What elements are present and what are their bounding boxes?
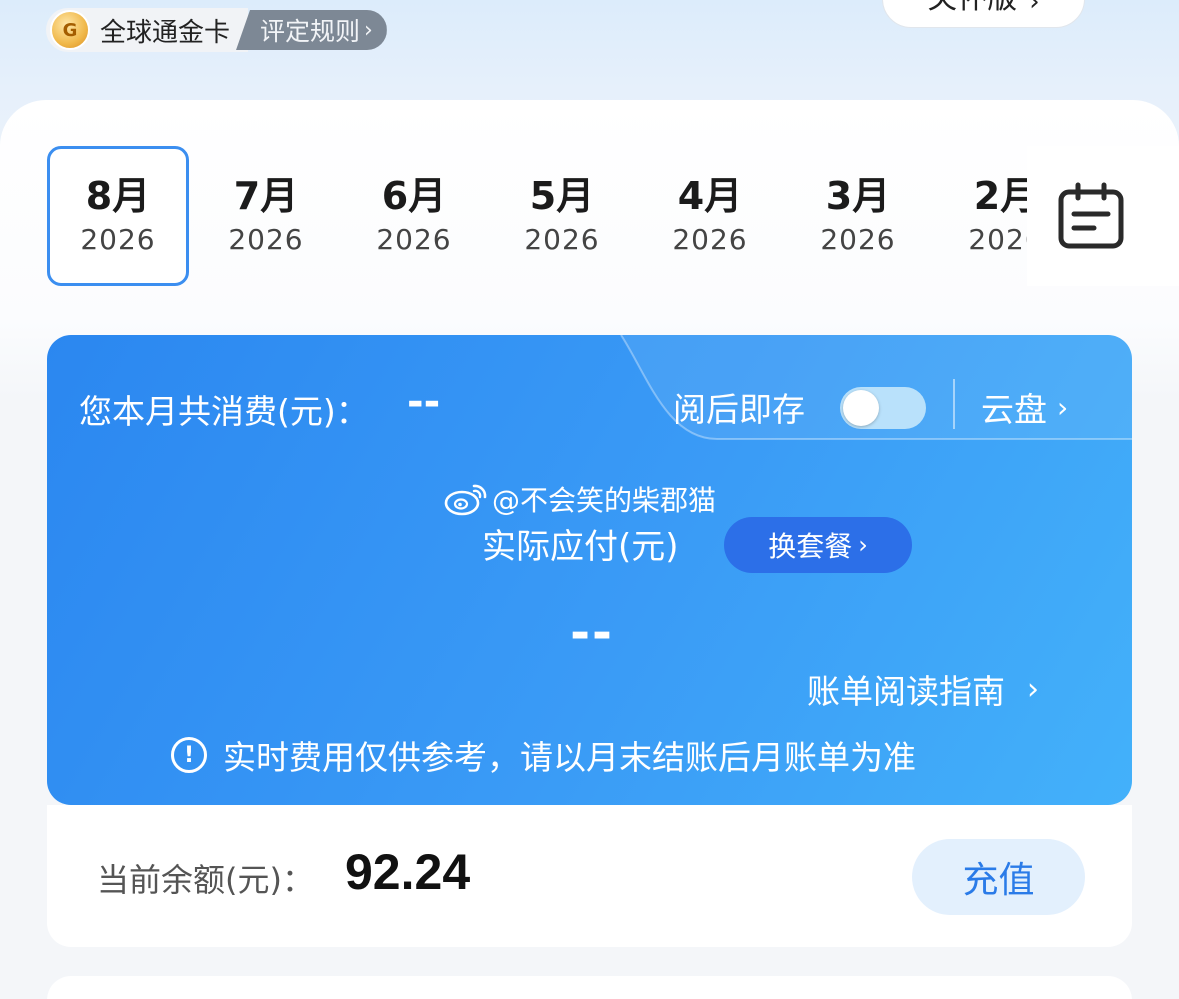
calendar-icon[interactable] xyxy=(1058,182,1124,250)
chevron-right-icon: › xyxy=(858,531,868,559)
year-label: 2026 xyxy=(228,223,304,256)
autosave-toggle[interactable] xyxy=(840,387,926,429)
year-label: 2026 xyxy=(672,223,748,256)
month-label: 3月 xyxy=(825,174,891,218)
month-label: 5月 xyxy=(529,174,595,218)
year-label: 2026 xyxy=(968,223,1027,256)
version-button-label: 关怀版 xyxy=(927,0,1017,17)
month-tabs[interactable]: 8月 2026 7月 2026 6月 2026 5月 2026 4月 2026 … xyxy=(47,146,1027,286)
weibo-watermark: @不会笑的柴郡猫 xyxy=(444,480,716,518)
chevron-right-icon: › xyxy=(364,17,373,43)
recharge-label: 充值 xyxy=(962,860,1035,901)
cloud-drive-link[interactable]: 云盘 › xyxy=(981,383,1068,431)
month-tab[interactable]: 3月 2026 xyxy=(787,146,929,286)
month-label: 7月 xyxy=(233,174,299,218)
balance-label: 当前余额(元)： xyxy=(97,861,314,899)
toggle-knob xyxy=(843,390,879,426)
autosave-label: 阅后即存 xyxy=(673,390,805,429)
year-label: 2026 xyxy=(524,223,600,256)
weibo-icon xyxy=(444,484,487,516)
month-tab[interactable]: 6月 2026 xyxy=(343,146,485,286)
bill-summary-card: 您本月共消费(元)： -- 阅后即存 云盘 › @不会笑的柴郡猫 实际应付(元)… xyxy=(47,335,1132,805)
month-label: 8月 xyxy=(85,174,151,218)
divider xyxy=(953,379,955,429)
realtime-notice: ! 实时费用仅供参考，请以月末结账后月账单为准 xyxy=(171,731,916,779)
year-label: 2026 xyxy=(376,223,452,256)
rule-link[interactable]: 评定规则 › xyxy=(236,10,387,50)
watermark-text: @不会笑的柴郡猫 xyxy=(492,484,717,517)
balance-value: 92.24 xyxy=(345,844,471,900)
month-tab[interactable]: 8月 2026 xyxy=(47,146,189,286)
month-label: 2月 xyxy=(973,174,1027,218)
next-section-card xyxy=(47,976,1132,999)
info-icon: ! xyxy=(171,737,207,773)
badge-level: G 全球通金卡 xyxy=(46,8,249,52)
chevron-right-icon: › xyxy=(1029,0,1040,17)
member-badge[interactable]: G 全球通金卡 评定规则 › xyxy=(46,8,387,52)
rule-link-label: 评定规则 xyxy=(260,17,361,46)
bill-guide-label: 账单阅读指南 xyxy=(807,672,1005,711)
bill-page: G 全球通金卡 评定规则 › 关怀版 › 8月 2026 7月 2026 6月 … xyxy=(0,0,1179,999)
month-tab[interactable]: 2月 2026 xyxy=(935,146,1027,286)
recharge-button[interactable]: 充值 xyxy=(912,839,1085,915)
actual-payable-label: 实际应付(元) xyxy=(482,527,679,567)
month-label: 6月 xyxy=(381,174,447,218)
chevron-right-icon: › xyxy=(1027,671,1039,707)
badge-name: 全球通金卡 xyxy=(100,17,231,48)
year-label: 2026 xyxy=(820,223,896,256)
month-tab[interactable]: 7月 2026 xyxy=(195,146,337,286)
chevron-right-icon: › xyxy=(1057,390,1069,424)
balance-card: 当前余额(元)： 92.24 充值 xyxy=(47,805,1132,947)
switch-plan-button[interactable]: 换套餐 › xyxy=(724,517,912,573)
monthly-consume-value: -- xyxy=(407,379,441,425)
month-tab[interactable]: 5月 2026 xyxy=(491,146,633,286)
version-button[interactable]: 关怀版 › xyxy=(882,0,1085,28)
year-label: 2026 xyxy=(80,223,156,256)
switch-plan-label: 换套餐 xyxy=(768,530,853,563)
monthly-consume-label: 您本月共消费(元)： xyxy=(79,392,369,431)
cloud-drive-label: 云盘 xyxy=(981,390,1047,429)
notice-text: 实时费用仅供参考，请以月末结账后月账单为准 xyxy=(223,738,916,777)
month-label: 4月 xyxy=(677,174,743,218)
gold-card-logo-icon: G xyxy=(50,10,90,50)
month-tab[interactable]: 4月 2026 xyxy=(639,146,781,286)
bill-guide-link[interactable]: 账单阅读指南 › xyxy=(807,665,1039,713)
actual-payable-value: -- xyxy=(570,605,614,661)
